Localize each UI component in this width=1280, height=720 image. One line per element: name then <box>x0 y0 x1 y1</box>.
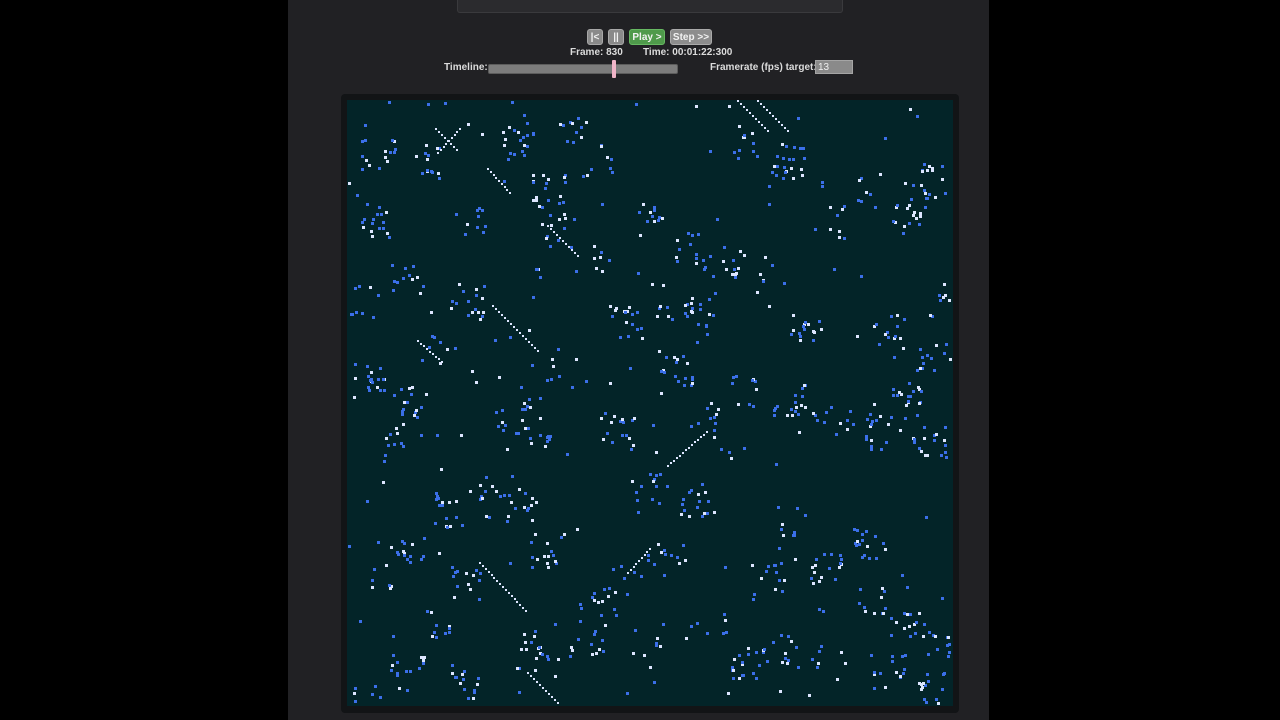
framerate-input[interactable] <box>815 60 853 74</box>
top-panel <box>457 0 843 13</box>
frame-counter: Frame: 830 <box>570 47 623 58</box>
live-cells <box>348 100 952 705</box>
elapsed-time: Time: 00:01:22:300 <box>643 47 733 58</box>
simulation-canvas[interactable] <box>347 100 953 706</box>
playback-controls: |< || Play > Step >> <box>288 29 989 45</box>
cell-grid <box>348 100 952 705</box>
play-button[interactable]: Play > <box>629 29 665 45</box>
step-button[interactable]: Step >> <box>670 29 712 45</box>
timeline-slider[interactable] <box>488 60 678 78</box>
rewind-to-start-button[interactable]: |< <box>587 29 603 45</box>
timeline-label: Timeline: <box>444 62 488 73</box>
framerate-label: Framerate (fps) target: <box>710 62 817 73</box>
timeline-slider-thumb[interactable] <box>612 60 616 78</box>
app-page: |< || Play > Step >> Frame: 830 Time: 00… <box>288 0 989 720</box>
pause-button[interactable]: || <box>608 29 624 45</box>
simulation-frame <box>341 94 959 713</box>
